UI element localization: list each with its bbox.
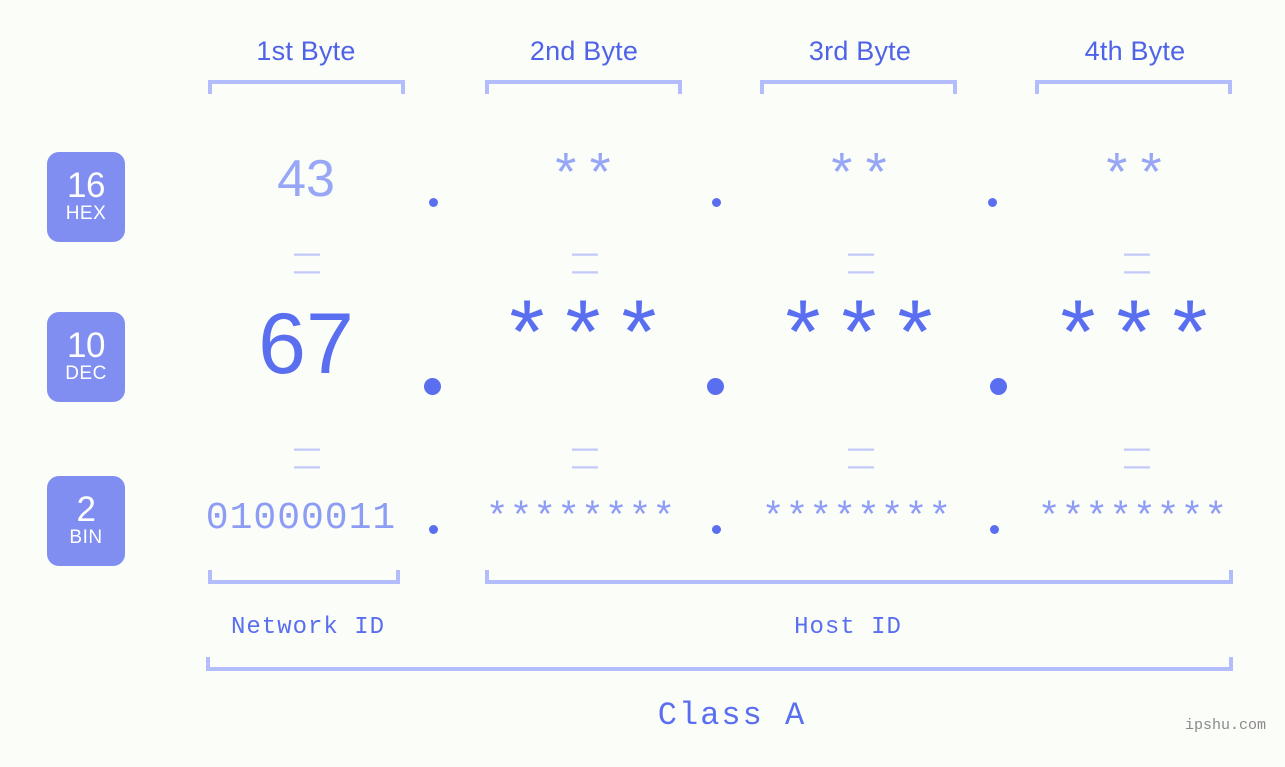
equals-separator-dec-bin-1: || <box>291 441 322 477</box>
radix-badge-bin-number: 2 <box>76 490 96 529</box>
dec-separator-dot-2 <box>707 378 724 395</box>
network-id-label: Network ID <box>230 614 386 641</box>
equals-separator-dec-bin-2: || <box>569 441 600 477</box>
radix-badge-bin: 2 BIN <box>47 476 125 566</box>
hex-separator-dot-3 <box>988 198 997 207</box>
radix-badge-bin-caption: BIN <box>69 527 103 548</box>
dec-byte-value-4: *** <box>1050 292 1220 394</box>
dec-byte-value-2: *** <box>499 292 669 394</box>
hex-byte-value-2: ** <box>549 148 619 209</box>
byte-header-label-3: 3rd Byte <box>808 36 912 66</box>
byte-header-label-2: 2nd Byte <box>529 36 639 66</box>
bin-separator-dot-1 <box>429 525 438 534</box>
radix-badge-hex: 16 HEX <box>47 152 125 242</box>
hex-byte-value-1: 43 <box>277 150 335 208</box>
bin-byte-value-1: 01000011 <box>205 497 397 540</box>
radix-badge-dec-number: 10 <box>67 326 105 365</box>
host-id-bracket <box>485 570 1233 584</box>
hex-byte-value-3: ** <box>825 148 895 209</box>
hex-separator-dot-1 <box>429 198 438 207</box>
dec-byte-value-1: 67 <box>258 296 354 392</box>
ip-address-byte-diagram: 1st Byte 2nd Byte 3rd Byte 4th Byte 16 H… <box>0 0 1285 767</box>
bin-separator-dot-2 <box>712 525 721 534</box>
network-id-bracket <box>208 570 400 584</box>
byte-bracket-top-4 <box>1035 80 1232 94</box>
hex-separator-dot-2 <box>712 198 721 207</box>
class-label: Class A <box>657 697 807 734</box>
byte-bracket-top-3 <box>760 80 957 94</box>
dec-separator-dot-3 <box>990 378 1007 395</box>
bin-byte-value-4: ******** <box>1037 497 1229 540</box>
byte-bracket-top-1 <box>208 80 405 94</box>
radix-badge-dec: 10 DEC <box>47 312 125 402</box>
radix-badge-hex-number: 16 <box>67 166 105 205</box>
dec-byte-value-3: *** <box>775 292 945 394</box>
radix-badge-hex-caption: HEX <box>65 203 107 224</box>
equals-separator-dec-bin-4: || <box>1121 441 1152 477</box>
byte-header-label-4: 4th Byte <box>1084 36 1186 66</box>
dec-separator-dot-1 <box>424 378 441 395</box>
bin-byte-value-2: ******** <box>485 497 677 540</box>
host-id-label: Host ID <box>794 614 902 641</box>
byte-header-label-1: 1st Byte <box>256 36 356 66</box>
equals-separator-dec-bin-3: || <box>845 441 876 477</box>
class-bracket <box>206 657 1233 671</box>
radix-badge-dec-caption: DEC <box>65 363 107 384</box>
bin-byte-value-3: ******** <box>761 497 953 540</box>
hex-byte-value-4: ** <box>1100 148 1170 209</box>
byte-bracket-top-2 <box>485 80 682 94</box>
bin-separator-dot-3 <box>990 525 999 534</box>
site-watermark: ipshu.com <box>1185 717 1267 734</box>
